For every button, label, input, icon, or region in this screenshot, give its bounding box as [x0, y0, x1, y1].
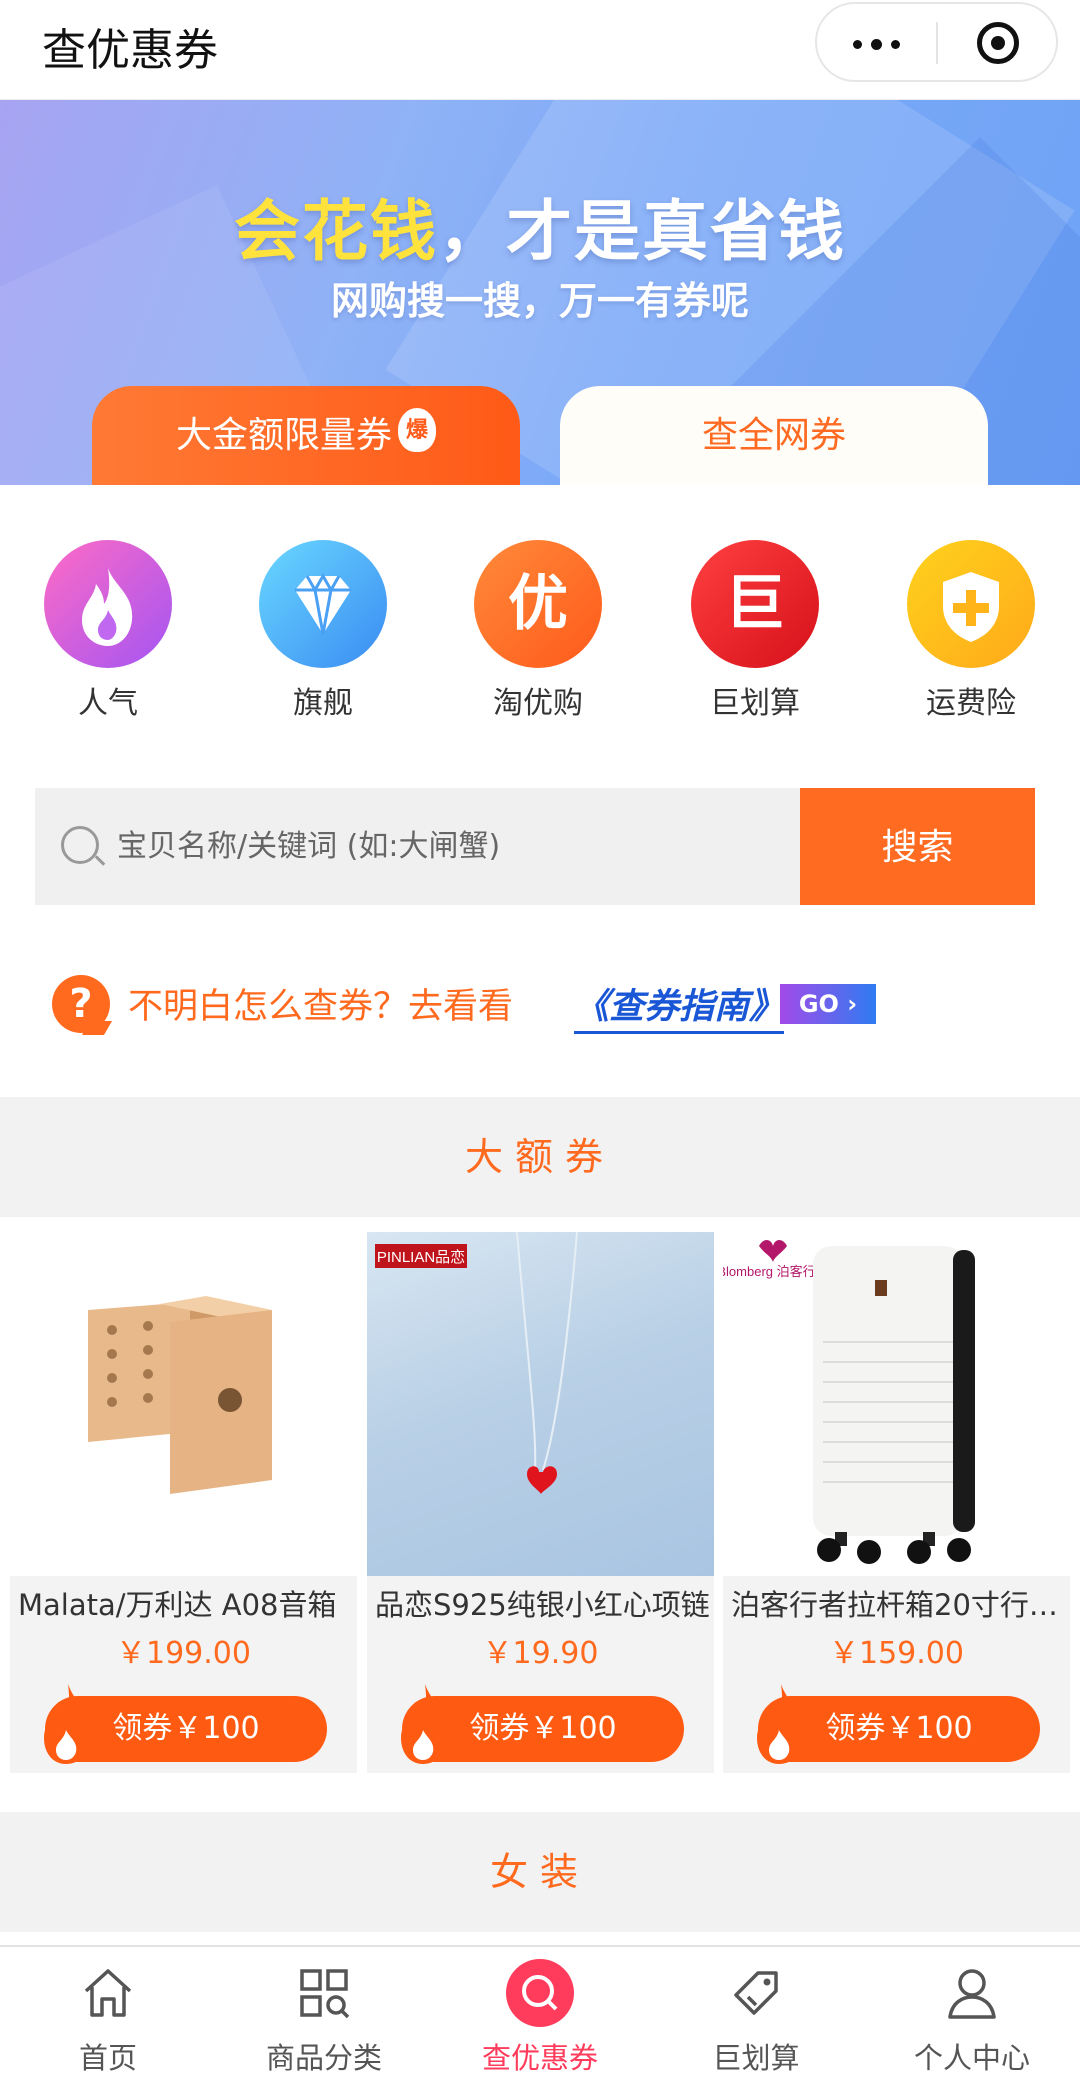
brand-logo-text: PINLIAN品恋: [377, 1248, 465, 1266]
you-icon: 优: [474, 540, 602, 668]
tab-big-coupon-label: 大金额限量券: [175, 415, 392, 456]
product-price: ￥199.00: [116, 1636, 251, 1671]
bottom-tab-bar: 首页 商品分类 查优惠券 巨划算 个人中心: [0, 1945, 1080, 2081]
home-icon: [84, 1969, 132, 2017]
more-dots-icon[interactable]: [853, 39, 901, 50]
user-icon: [948, 1969, 996, 2019]
category-icon-row: 人气 旗舰 优 淘优购 巨 巨划算 运费险: [0, 540, 1080, 730]
search-button[interactable]: 搜索: [800, 788, 1035, 905]
product-image: PINLIAN品恋: [367, 1232, 714, 1576]
tab-label: 巨划算: [712, 2041, 800, 2075]
search-bar: [35, 788, 800, 905]
banner-headline: 会花钱，才是真省钱: [0, 178, 1080, 274]
flame-icon: [401, 1684, 448, 1764]
page-title: 查优惠券: [42, 25, 218, 76]
shield-plus-icon: [907, 540, 1035, 668]
icon-label: 淘优购: [493, 686, 583, 721]
icon-item-juhuasuan[interactable]: 巨 巨划算: [670, 540, 840, 722]
product-price: ￥19.90: [482, 1636, 599, 1671]
banner-subline: 网购搜一搜，万一有券呢: [330, 279, 749, 323]
diamond-icon: [259, 540, 387, 668]
icon-label: 人气: [78, 686, 138, 721]
ju-icon: 巨: [691, 540, 819, 668]
tab-juhuasuan[interactable]: 巨划算: [648, 1947, 864, 2081]
tab-all-coupons[interactable]: 查全网券: [560, 386, 988, 485]
product-card[interactable]: PINLIAN品恋 品恋S925纯银小红心项链 ￥19.90 领券￥100: [367, 1232, 714, 1773]
tab-coupon-search[interactable]: 查优惠券: [432, 1947, 648, 2081]
product-image: [10, 1232, 357, 1576]
icon-item-taoyougou[interactable]: 优 淘优购: [453, 540, 623, 722]
flame-icon: [44, 1684, 91, 1764]
tab-label: 查优惠券: [481, 2041, 598, 2075]
product-name: 品恋S925纯银小红心项链: [375, 1588, 710, 1622]
tab-category[interactable]: 商品分类: [216, 1947, 432, 2081]
tab-big-coupon[interactable]: 大金额限量券爆: [92, 386, 520, 485]
hot-badge-icon: 爆: [398, 408, 436, 452]
capsule-divider: [936, 22, 938, 64]
tab-label: 首页: [78, 2041, 137, 2075]
tab-label: 商品分类: [265, 2041, 382, 2075]
guide-text: 不明白怎么查券？去看看: [128, 987, 514, 1027]
guide-link[interactable]: 《查券指南》: [574, 978, 785, 1034]
product-price: ￥159.00: [829, 1636, 964, 1671]
search-icon: [61, 826, 99, 864]
icon-label: 运费险: [926, 686, 1016, 721]
product-image: Blomberg 泊客行者: [723, 1232, 1070, 1576]
category-icon: [300, 1969, 350, 2019]
section-title-women: 女装: [0, 1812, 1080, 1932]
go-button[interactable]: GO ›: [780, 984, 876, 1024]
icon-label: 巨划算: [710, 686, 800, 721]
icon-item-popular[interactable]: 人气: [23, 540, 193, 722]
target-close-icon[interactable]: [977, 22, 1019, 64]
section-title-large-coupons: 大额券: [0, 1097, 1080, 1217]
product-card[interactable]: Malata/万利达 A08音箱 ￥199.00 领券￥100: [10, 1232, 357, 1773]
icon-label: 旗舰: [293, 686, 353, 721]
flame-icon: [44, 540, 172, 668]
search-input[interactable]: [117, 788, 777, 905]
product-card[interactable]: Blomberg 泊客行者 泊客行者拉杆箱20寸行李箱 ￥159.00 领券￥1…: [723, 1232, 1070, 1773]
icon-item-shipping-insurance[interactable]: 运费险: [886, 540, 1056, 722]
coupon-search-icon: [506, 1959, 574, 2027]
product-name: 泊客行者拉杆箱20寸行李箱: [731, 1588, 1066, 1622]
tab-home[interactable]: 首页: [0, 1947, 216, 2081]
brand-logo-text: Blomberg 泊客行者: [723, 1264, 829, 1279]
nav-bar: 查优惠券: [0, 0, 1080, 100]
flame-icon: [757, 1684, 804, 1764]
hero-banner: 会花钱，才是真省钱 网购搜一搜，万一有券呢 大金额限量券爆 查全网券: [0, 100, 1080, 485]
product-name: Malata/万利达 A08音箱: [18, 1588, 337, 1622]
question-icon: ?: [52, 975, 110, 1033]
tag-icon: [734, 1971, 778, 2015]
headline-highlight: 会花钱: [234, 193, 438, 270]
icon-item-flagship[interactable]: 旗舰: [238, 540, 408, 722]
mini-program-capsule: [815, 2, 1058, 82]
headline-rest: ，才是真省钱: [438, 193, 846, 270]
tab-profile[interactable]: 个人中心: [864, 1947, 1080, 2081]
tab-label: 个人中心: [913, 2041, 1030, 2075]
